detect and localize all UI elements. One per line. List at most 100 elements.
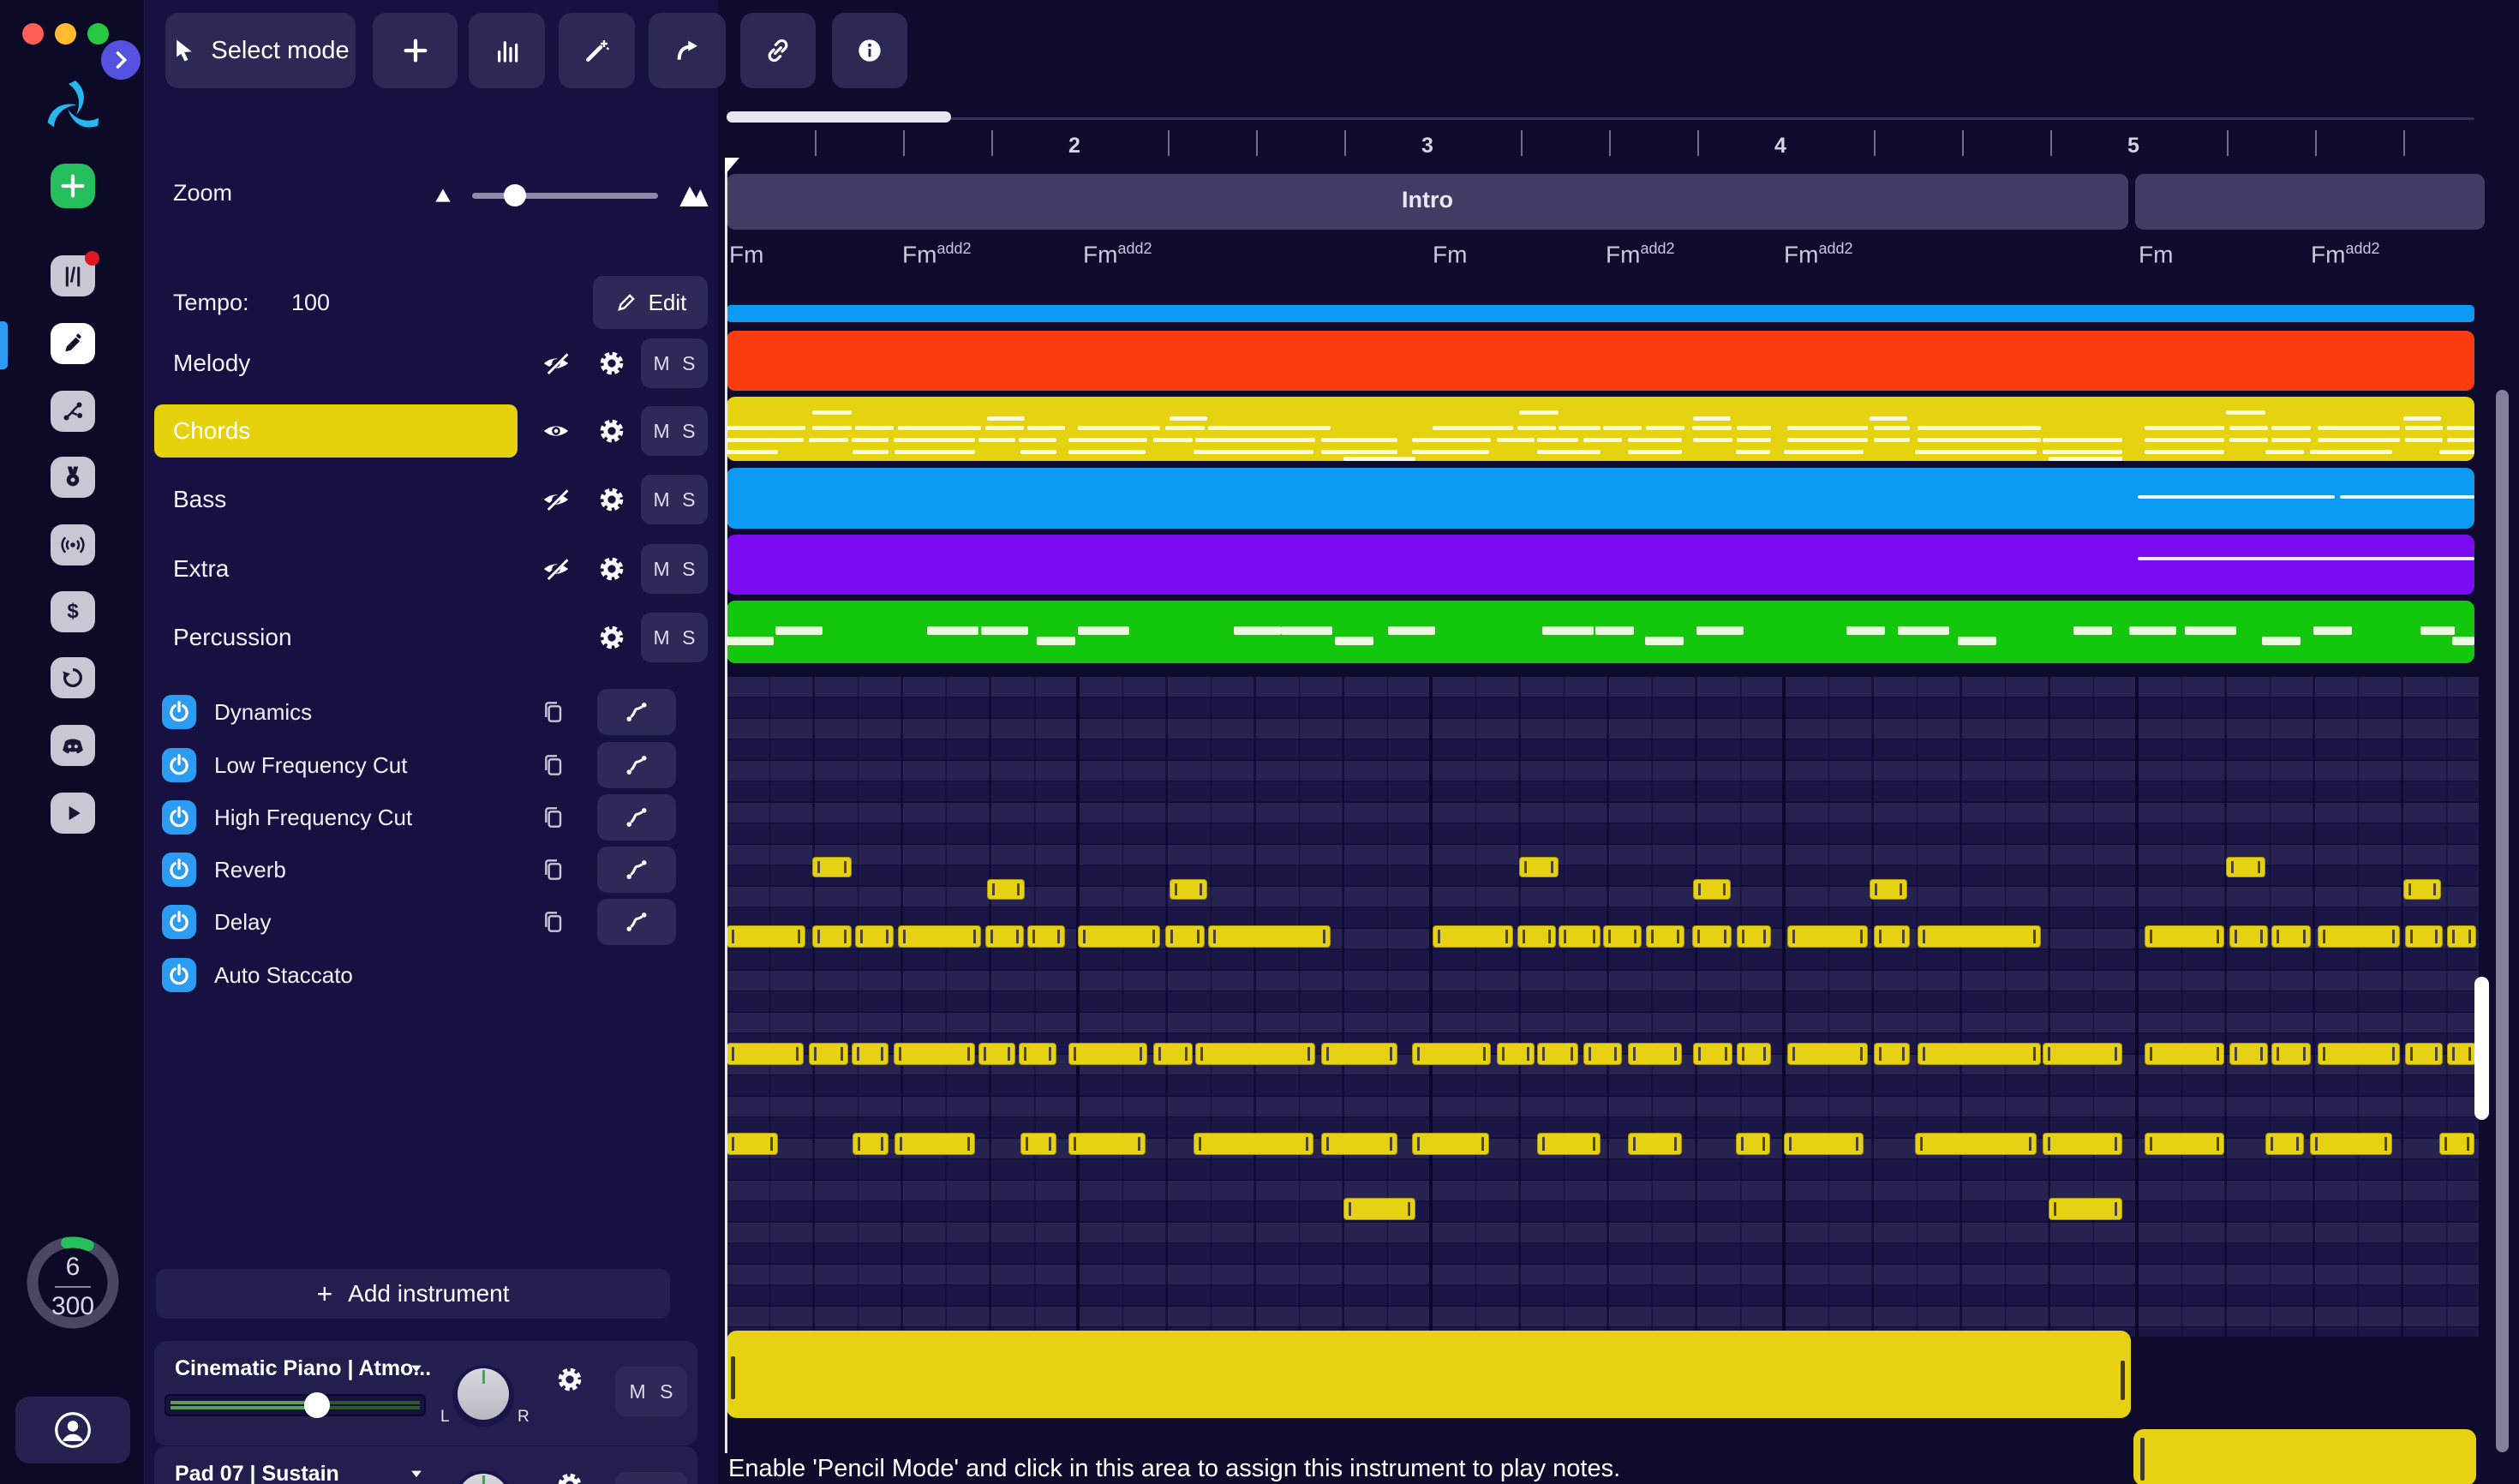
- mute-solo-group[interactable]: MS: [641, 475, 708, 524]
- copy-icon[interactable]: [540, 855, 567, 884]
- section-intro-segment[interactable]: [2135, 174, 2485, 230]
- piano-roll-note[interactable]: [1497, 1043, 1535, 1065]
- solo-button[interactable]: S: [682, 420, 695, 443]
- piano-roll-note[interactable]: [2043, 1133, 2122, 1155]
- instrument-name[interactable]: Cinematic Piano | Atmo...: [175, 1356, 431, 1381]
- piano-roll-note[interactable]: [727, 1133, 778, 1155]
- piano-roll-note[interactable]: [1027, 925, 1065, 948]
- piano-roll-note[interactable]: [1583, 1043, 1622, 1065]
- piano-roll-note[interactable]: [1412, 1133, 1489, 1155]
- piano-roll-note[interactable]: [852, 1043, 889, 1065]
- solo-button[interactable]: S: [682, 488, 695, 512]
- h-scrollbar-thumb[interactable]: [727, 111, 951, 123]
- play-button[interactable]: [51, 793, 95, 834]
- h-scrollbar-track[interactable]: [727, 117, 2474, 120]
- zoom-slider[interactable]: [472, 193, 658, 199]
- piano-roll-note[interactable]: [1874, 1043, 1910, 1065]
- solo-button[interactable]: S: [682, 626, 695, 649]
- editor-button[interactable]: |/|: [51, 251, 99, 296]
- piano-roll-note[interactable]: [1737, 1043, 1771, 1065]
- piano-roll-note[interactable]: [1153, 1043, 1193, 1065]
- piano-roll-note[interactable]: [2226, 857, 2265, 877]
- magic-button[interactable]: [559, 13, 635, 88]
- eye-icon[interactable]: [540, 416, 572, 446]
- piano-roll-note[interactable]: [1870, 879, 1907, 900]
- gear-icon[interactable]: [597, 554, 626, 583]
- piano-roll-note[interactable]: [1078, 925, 1160, 948]
- effect-power-button[interactable]: [162, 958, 196, 992]
- piano-roll-note[interactable]: [1918, 1043, 2041, 1065]
- effect-automation-button[interactable]: [597, 847, 676, 893]
- track-row-percussion[interactable]: Percussion: [173, 624, 292, 651]
- piano-roll-note[interactable]: [812, 857, 852, 877]
- mute-button[interactable]: M: [653, 626, 669, 649]
- piano-roll-note[interactable]: [853, 1133, 889, 1155]
- mute-solo-group[interactable]: MS: [641, 544, 708, 594]
- mountain-big-icon[interactable]: [677, 177, 711, 211]
- piano-roll-note[interactable]: [1736, 1133, 1770, 1155]
- caret-down-icon[interactable]: [408, 1360, 425, 1377]
- effect-power-button[interactable]: [162, 853, 196, 887]
- track-row-extra[interactable]: Extra: [173, 555, 229, 583]
- piano-roll-note[interactable]: [1787, 925, 1868, 948]
- expand-sidebar-button[interactable]: [101, 40, 141, 80]
- caret-down-icon[interactable]: [408, 1465, 425, 1482]
- piano-roll-note[interactable]: [1692, 925, 1732, 948]
- piano-roll-note[interactable]: [1321, 1043, 1397, 1065]
- info-button[interactable]: [832, 13, 907, 88]
- tempo-edit-button[interactable]: Edit: [593, 276, 708, 329]
- piano-roll-note[interactable]: [978, 1043, 1015, 1065]
- copy-icon[interactable]: [540, 907, 567, 936]
- piano-roll-note[interactable]: [1019, 1043, 1056, 1065]
- piano-roll-note[interactable]: [1603, 925, 1642, 948]
- piano-roll-note[interactable]: [2447, 925, 2476, 948]
- solo-button[interactable]: S: [660, 1380, 673, 1403]
- piano-roll-note[interactable]: [1918, 925, 2041, 948]
- mute-button[interactable]: M: [653, 352, 669, 375]
- piano-roll-note[interactable]: [1195, 1043, 1315, 1065]
- piano-roll-note[interactable]: [1020, 1133, 1056, 1155]
- gear-icon[interactable]: [555, 1470, 584, 1484]
- broadcast-button[interactable]: [51, 524, 95, 565]
- piano-roll-note[interactable]: [1412, 1043, 1491, 1065]
- billing-button[interactable]: $: [51, 591, 95, 632]
- solo-button[interactable]: S: [682, 352, 695, 375]
- piano-roll-note[interactable]: [809, 1043, 848, 1065]
- instrument-card[interactable]: Cinematic Piano | Atmo... L R M S: [154, 1341, 697, 1445]
- piano-roll-note[interactable]: [2318, 925, 2400, 948]
- effect-power-button[interactable]: [162, 748, 196, 782]
- mute-solo-group[interactable]: MS: [641, 338, 708, 388]
- piano-roll-note[interactable]: [2271, 925, 2311, 948]
- piano-roll-note[interactable]: [895, 1133, 975, 1155]
- track-row-bass[interactable]: Bass: [173, 486, 226, 513]
- playhead-marker[interactable]: [725, 158, 739, 175]
- instrument-region-clip[interactable]: [2133, 1429, 2476, 1484]
- achievements-button[interactable]: [51, 457, 95, 498]
- track-row-chords[interactable]: Chords: [173, 417, 250, 445]
- pan-knob[interactable]: [458, 1368, 509, 1420]
- piano-roll-note[interactable]: [2271, 1043, 2311, 1065]
- link-button[interactable]: [740, 13, 816, 88]
- eye-off-icon[interactable]: [540, 349, 572, 378]
- gear-icon[interactable]: [597, 416, 626, 446]
- mute-solo-group[interactable]: MS: [615, 1472, 687, 1484]
- effect-automation-button[interactable]: [597, 742, 676, 788]
- add-instrument-button[interactable]: + Add instrument: [156, 1269, 670, 1319]
- piano-roll-note[interactable]: [1519, 857, 1559, 877]
- piano-roll-note[interactable]: [2265, 1133, 2304, 1155]
- instrument-card[interactable]: Pad 07 | SustainLRMS: [154, 1446, 697, 1484]
- mute-solo-group[interactable]: MS: [641, 406, 708, 456]
- piano-roll-note[interactable]: [1559, 925, 1601, 948]
- piano-roll-note[interactable]: [1693, 1043, 1732, 1065]
- piano-roll-note[interactable]: [985, 925, 1024, 948]
- piano-roll-note[interactable]: [1068, 1133, 1146, 1155]
- piano-roll-note[interactable]: [2439, 1133, 2474, 1155]
- solo-button[interactable]: S: [682, 558, 695, 581]
- piano-roll-note[interactable]: [1321, 1133, 1397, 1155]
- copy-icon[interactable]: [540, 697, 567, 727]
- split-tools-button[interactable]: [51, 391, 95, 432]
- instrument-name[interactable]: Pad 07 | Sustain: [175, 1462, 339, 1484]
- piano-roll-note[interactable]: [2145, 1133, 2224, 1155]
- gear-icon[interactable]: [597, 485, 626, 514]
- pencil-mode-button[interactable]: [51, 323, 95, 364]
